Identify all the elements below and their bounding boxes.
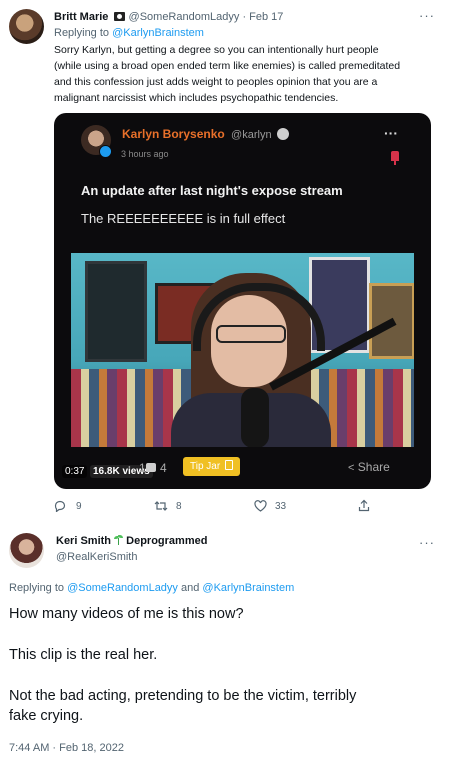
replying-prefix: Replying to [9,582,68,594]
tip-jar-button[interactable]: Tip Jar [183,457,240,476]
author-name[interactable]: Britt Marie [54,11,108,23]
text-line: malignant narcissist which includes psyc… [54,92,339,104]
video-headline: An update after last night's expose stre… [81,183,343,198]
keri-smith-avatar[interactable] [9,533,44,568]
more-options-icon[interactable]: ··· [419,535,435,550]
tweet2-name-line: Keri Smith Deprogrammed [56,535,207,547]
reply-icon[interactable] [54,500,66,512]
tweet1-actions: 9 8 33 [54,498,434,516]
inner-time: 3 hours ago [121,149,169,159]
separator-dot: · [242,11,247,23]
author-handle[interactable]: @RealKeriSmith [56,551,137,563]
tweet1-header: Britt Marie @SomeRandomLadyy · Feb 17 [54,9,414,25]
britt-marie-avatar[interactable] [9,9,44,44]
name-badge-text: Deprogrammed [126,535,208,547]
jar-icon [224,460,233,470]
reply-mention[interactable]: @KarlynBrainstem [202,582,294,594]
sprout-icon [114,535,124,545]
text-line: and this confession just adds weight to … [54,76,378,88]
replying-to: Replying to @KarlynBrainstem [54,26,204,41]
paragraph: fake crying. [9,708,84,724]
inner-more-icon: ··· [384,125,398,141]
pirate-flag-icon [114,12,126,21]
text-line: Sorry Karlyn, but getting a degree so yo… [54,44,379,56]
share-icon: < [348,462,355,474]
verified-badge-icon [99,145,112,158]
author-handle[interactable]: @SomeRandomLadyy [129,11,240,23]
like-icon[interactable] [254,500,267,512]
video-subline: The REEEEEEEEEE is in full effect [81,211,286,226]
replying-to: Replying to @SomeRandomLadyy and @Karlyn… [9,582,294,594]
tip-jar-label: Tip Jar [190,461,221,472]
wall-poster [85,261,147,362]
video-player[interactable]: Karlyn Borysenko @karlyn 3 hours ago ···… [54,113,431,489]
inner-handle: @karlyn [231,129,272,141]
author-name[interactable]: Keri Smith [56,535,111,547]
replying-prefix: Replying to [54,27,113,39]
text-line: (while using a broad open ended term lik… [54,60,401,72]
comment-icon [146,463,156,472]
paragraph: Not the bad acting, pretending to be the… [9,688,357,704]
more-options-icon[interactable]: ··· [419,8,435,23]
tweet1-text: Sorry Karlyn, but getting a degree so yo… [54,42,444,106]
paragraph: How many videos of me is this now? [9,606,244,622]
share-tweet-icon[interactable] [358,499,370,512]
video-duration: 0:37 [62,465,88,478]
replying-and: and [177,582,203,594]
inner-badge-icon [276,128,289,140]
reply-mention[interactable]: @SomeRandomLadyy [67,582,178,594]
stat-left: 1 [139,461,146,475]
retweet-icon[interactable] [154,500,168,512]
retweet-count: 8 [176,501,182,512]
inner-name: Karlyn Borysenko [122,127,225,141]
video-frame [71,253,414,447]
tweet-timestamp[interactable]: 7:44 AM · Feb 18, 2022 [9,742,124,754]
stat-comments: 4 [160,461,167,475]
tweet-date[interactable]: Feb 17 [249,11,283,23]
reply-mention[interactable]: @KarlynBrainstem [112,27,204,39]
reply-count: 9 [76,501,82,512]
tweet2-text: How many videos of me is this now? This … [9,604,445,726]
paragraph: This clip is the real her. [9,647,158,663]
share-label: Share [357,460,390,474]
inner-header: Karlyn Borysenko @karlyn [122,127,289,141]
share-button[interactable]: < Share [348,460,390,474]
like-count: 33 [275,501,287,512]
pin-icon-tip [394,160,396,165]
microphone [241,388,269,447]
